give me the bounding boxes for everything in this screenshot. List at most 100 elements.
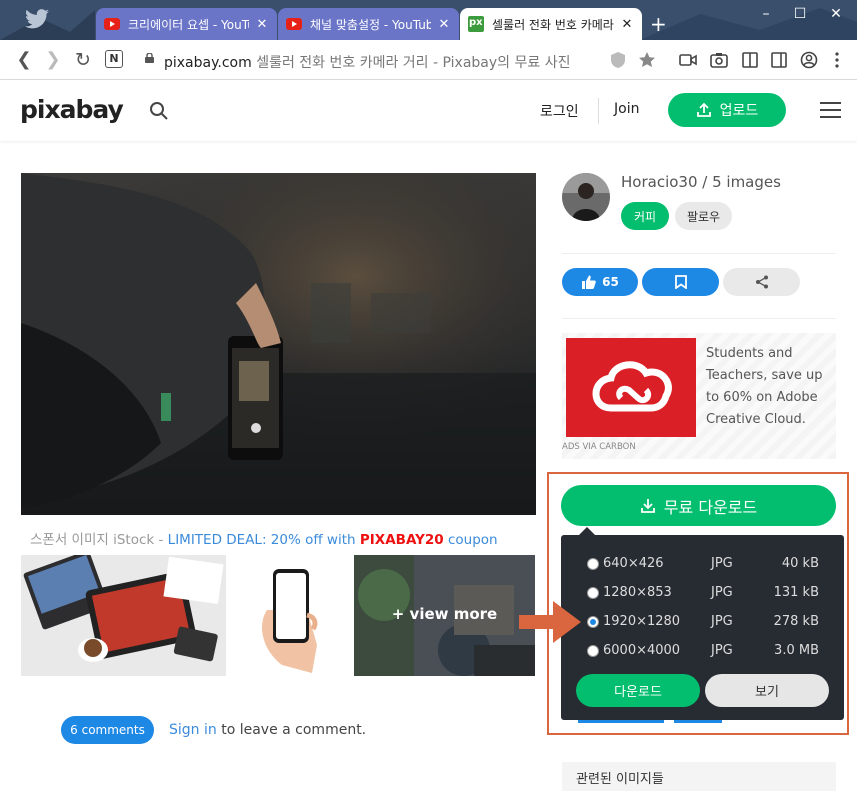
download-option[interactable]: 1280×853 JPG 131 kB — [561, 582, 844, 606]
pixabay-logo[interactable]: pixabay — [20, 95, 124, 124]
star-icon[interactable] — [637, 50, 657, 70]
download-icon — [640, 498, 655, 513]
sponsor-deal: LIMITED DEAL: 20% off with — [167, 532, 360, 548]
camera-video-icon[interactable] — [678, 50, 698, 70]
header-divider — [598, 98, 599, 124]
main-photo[interactable] — [21, 173, 536, 515]
browser-tab-bar: 크리에이터 요셉 - YouTube ✕ 채널 맞춤설정 - YouTube ✕… — [0, 0, 857, 40]
option-resolution: 640×426 — [603, 556, 664, 571]
download-option[interactable]: 640×426 JPG 40 kB — [561, 553, 844, 577]
share-button[interactable] — [723, 268, 800, 296]
new-tab-button[interactable]: + — [650, 12, 667, 36]
tab-title: 셀룰러 전화 번호 카메라 — [492, 17, 614, 32]
upload-icon — [696, 102, 711, 117]
tab-title: 채널 맞춤설정 - YouTube — [310, 17, 431, 32]
option-format: JPG — [711, 643, 733, 658]
sponsor-thumb-devices[interactable] — [21, 555, 226, 676]
sidebar-divider — [562, 318, 836, 319]
radio-button[interactable] — [587, 645, 599, 657]
tab-youtube-channel[interactable]: 채널 맞춤설정 - YouTube ✕ — [278, 8, 459, 40]
join-link[interactable]: Join — [614, 101, 639, 117]
reload-icon[interactable]: ↻ — [72, 49, 94, 71]
view-more-label: + view more — [391, 605, 498, 623]
tab-close-icon[interactable]: ✕ — [255, 17, 269, 32]
avatar-image — [562, 173, 610, 221]
option-format: JPG — [711, 614, 733, 629]
option-resolution: 1280×853 — [603, 585, 672, 600]
annotation-arrow-icon — [519, 601, 581, 643]
minimize-icon[interactable]: – — [756, 6, 776, 22]
option-size: 278 kB — [773, 614, 819, 629]
signin-link[interactable]: Sign in — [169, 722, 217, 738]
search-icon[interactable] — [149, 101, 169, 121]
option-format: JPG — [711, 585, 733, 600]
carbon-ad[interactable]: Students and Teachers, save up to 60% on… — [562, 333, 836, 459]
n-extension-icon[interactable]: N — [105, 50, 123, 68]
profile-icon[interactable] — [799, 50, 819, 70]
radio-button[interactable] — [587, 558, 599, 570]
hidden-button-edge — [674, 720, 722, 723]
upload-label: 업로드 — [719, 103, 759, 119]
share-icon — [755, 275, 768, 289]
view-more-thumb[interactable]: + view more — [354, 555, 535, 676]
lock-icon[interactable] — [145, 53, 154, 63]
bookmark-button[interactable] — [642, 268, 719, 296]
url-page-title: 셀룰러 전화 번호 카메라 거리 - Pixabay의 무료 사진 — [256, 55, 571, 71]
address-bar: ❮ ❯ ↻ N pixabay.com 셀룰러 전화 번호 카메라 거리 - P… — [0, 40, 857, 80]
maximize-icon[interactable]: ☐ — [790, 6, 810, 22]
twitter-bird-icon — [25, 9, 49, 29]
upload-button[interactable]: 업로드 — [668, 93, 786, 127]
screenshot-camera-icon[interactable] — [709, 50, 729, 70]
ads-via-carbon[interactable]: ADS VIA CARBON — [562, 442, 636, 452]
like-count: 65 — [602, 275, 619, 289]
tab-close-icon[interactable]: ✕ — [620, 17, 634, 32]
coffee-button[interactable]: 커피 — [621, 202, 669, 230]
youtube-icon — [286, 18, 302, 30]
download-option-selected[interactable]: 1920×1280 JPG 278 kB — [561, 611, 844, 635]
follow-button[interactable]: 팔로우 — [675, 202, 732, 230]
hidden-button-edge — [578, 720, 664, 723]
comments-badge[interactable]: 6 comments — [61, 716, 154, 744]
download-option[interactable]: 6000×4000 JPG 3.0 MB — [561, 640, 844, 664]
sponsor-thumb-phone[interactable] — [237, 555, 342, 676]
free-download-button[interactable]: 무료 다운로드 — [561, 485, 836, 526]
tab-youtube-creator[interactable]: 크리에이터 요셉 - YouTube ✕ — [96, 8, 277, 40]
main-photo-image — [21, 173, 536, 515]
tab-close-icon[interactable]: ✕ — [437, 17, 451, 32]
url-domain: pixabay.com — [164, 55, 252, 71]
option-size: 40 kB — [781, 556, 819, 571]
option-format: JPG — [711, 556, 733, 571]
related-images-heading: 관련된 이미지들 — [562, 762, 836, 791]
tab-pixabay-active[interactable]: 셀룰러 전화 번호 카메라 ✕ — [460, 8, 642, 40]
site-header: pixabay 로그인 Join 업로드 — [0, 80, 857, 141]
forward-icon[interactable]: ❯ — [42, 49, 64, 70]
reader-icon[interactable] — [740, 50, 760, 70]
free-download-label: 무료 다운로드 — [663, 497, 758, 517]
download-confirm-button[interactable]: 다운로드 — [576, 674, 700, 707]
creative-cloud-icon — [592, 361, 672, 412]
author-name[interactable]: Horacio30 / 5 images — [621, 173, 781, 191]
author-avatar[interactable] — [562, 173, 610, 221]
hamburger-menu-icon[interactable] — [820, 102, 841, 118]
sponsor-line[interactable]: 스폰서 이미지 iStock - LIMITED DEAL: 20% off w… — [30, 528, 498, 548]
sidebar-toggle-icon[interactable] — [769, 50, 789, 70]
window-close-icon[interactable]: ✕ — [826, 6, 846, 22]
thumbs-up-icon — [582, 275, 596, 289]
option-resolution: 6000×4000 — [603, 643, 681, 658]
signin-rest: to leave a comment. — [216, 722, 367, 738]
radio-button-selected[interactable] — [587, 616, 599, 628]
pixabay-icon — [468, 16, 484, 32]
shield-icon[interactable] — [608, 50, 628, 70]
option-resolution: 1920×1280 — [603, 614, 681, 629]
view-button[interactable]: 보기 — [705, 674, 829, 707]
sidebar-divider — [562, 253, 836, 254]
url-text[interactable]: pixabay.com 셀룰러 전화 번호 카메라 거리 - Pixabay의 … — [164, 52, 570, 72]
phone-hand-image — [237, 555, 342, 676]
devices-image — [21, 555, 226, 676]
more-vertical-icon[interactable] — [827, 50, 847, 70]
like-button[interactable]: 65 — [562, 268, 638, 296]
radio-button[interactable] — [587, 587, 599, 599]
login-link[interactable]: 로그인 — [540, 101, 579, 121]
back-icon[interactable]: ❮ — [13, 49, 35, 70]
option-size: 131 kB — [773, 585, 819, 600]
